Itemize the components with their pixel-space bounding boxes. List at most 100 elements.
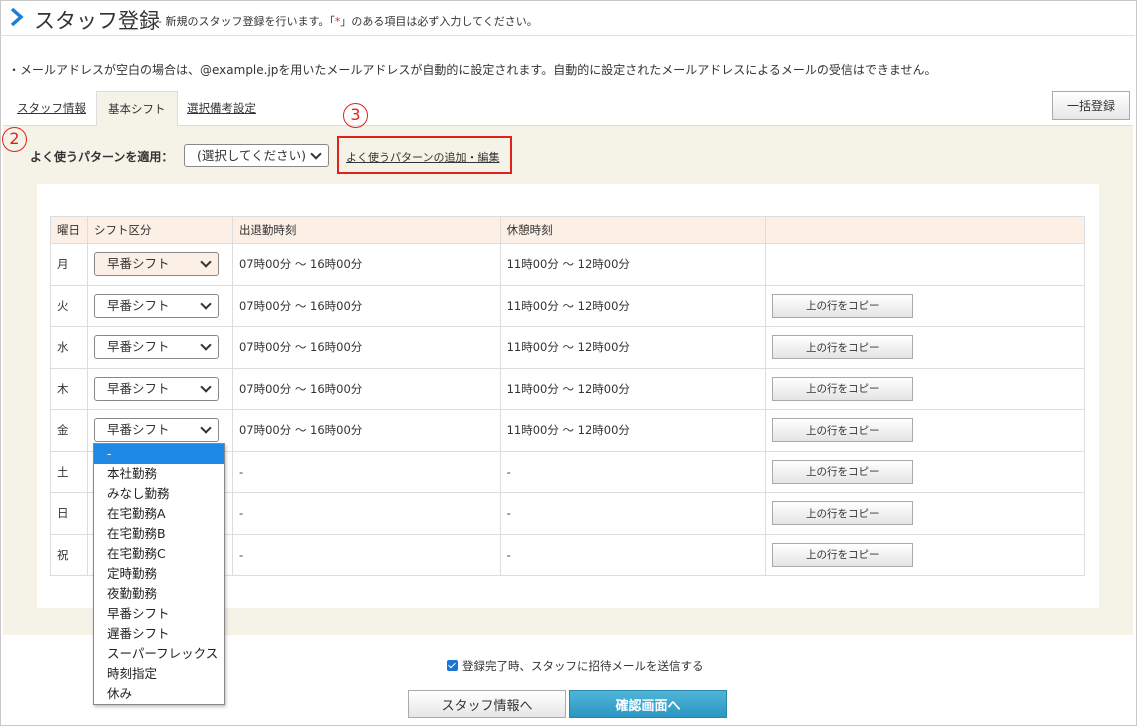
shift-select-value: 早番シフト <box>106 297 170 313</box>
day-cell: 月 <box>50 243 88 286</box>
tab-basic-shift[interactable]: 基本シフト <box>96 91 178 126</box>
copy-row-button[interactable]: 上の行をコピー <box>772 501 914 526</box>
action-cell <box>765 243 1085 286</box>
action-cell: 上の行をコピー <box>765 326 1085 369</box>
copy-row-button[interactable]: 上の行をコピー <box>772 293 914 318</box>
dropdown-option[interactable]: 本社勤務 <box>94 464 224 484</box>
subtitle-prefix: - 新規のスタッフ登録を行います。「 <box>158 15 335 28</box>
shift-cell: 早番シフト <box>86 284 233 327</box>
confirm-button[interactable]: 確認画面へ <box>569 690 727 718</box>
email-notice: ・メールアドレスが空白の場合は、@example.jpを用いたメールアドレスが自… <box>8 63 937 77</box>
break-time-cell: - <box>499 533 767 576</box>
table-row: 火 早番シフト 07時00分 〜 16時00分 11時00分 〜 12時00分 … <box>50 284 1085 327</box>
shift-select-value: 早番シフト <box>106 422 170 438</box>
table-row: 月 早番シフト 07時00分 〜 16時00分 11時00分 〜 12時00分 <box>50 243 1085 286</box>
shift-select[interactable]: 早番シフト <box>93 376 219 401</box>
work-time-cell: 07時00分 〜 16時00分 <box>231 367 501 410</box>
shift-cell: 早番シフト <box>86 326 233 369</box>
annotation-box <box>337 136 512 174</box>
bulk-register-button[interactable]: 一括登録 <box>1052 91 1130 120</box>
break-time-cell: 11時00分 〜 12時00分 <box>499 367 767 410</box>
day-cell: 水 <box>50 326 88 369</box>
shift-select[interactable]: 早番シフト <box>93 418 219 443</box>
col-header-day: 曜日 <box>50 216 88 244</box>
shift-select[interactable]: 早番シフト <box>93 293 219 318</box>
break-time-cell: 11時00分 〜 12時00分 <box>499 409 767 452</box>
col-header-break-time: 休憩時刻 <box>499 216 767 244</box>
dropdown-option[interactable]: 定時勤務 <box>94 564 224 584</box>
dropdown-option[interactable]: 時刻指定 <box>94 664 224 684</box>
break-time-cell: - <box>499 450 767 493</box>
day-cell: 祝 <box>50 533 88 576</box>
subtitle-suffix: 」のある項目は必ず入力してください。 <box>340 15 538 28</box>
day-cell: 金 <box>50 409 88 452</box>
tab-selection-notes[interactable]: 選択備考設定 <box>187 91 256 126</box>
shift-select-value: 早番シフト <box>106 256 170 272</box>
work-time-cell: - <box>231 492 501 535</box>
table-row: 木 早番シフト 07時00分 〜 16時00分 11時00分 〜 12時00分 … <box>50 367 1085 410</box>
shift-dropdown-list: - 本社勤務 みなし勤務 在宅勤務A 在宅勤務B 在宅勤務C 定時勤務 夜勤勤務… <box>93 443 225 705</box>
send-invite-row: 登録完了時、スタッフに招待メールを送信する <box>447 658 704 674</box>
dropdown-option[interactable]: 在宅勤務C <box>94 544 224 564</box>
table-header-row: 曜日 シフト区分 出退勤時刻 休憩時刻 <box>50 216 1085 244</box>
action-cell: 上の行をコピー <box>765 367 1085 410</box>
action-cell: 上の行をコピー <box>765 409 1085 452</box>
chevron-down-icon <box>200 381 212 393</box>
day-cell: 土 <box>50 450 88 493</box>
dropdown-option[interactable]: 遅番シフト <box>94 624 224 644</box>
page-header: スタッフ登録 - 新規のスタッフ登録を行います。「*」のある項目は必ず入力してく… <box>0 0 1135 36</box>
action-cell: 上の行をコピー <box>765 533 1085 576</box>
send-invite-label: 登録完了時、スタッフに招待メールを送信する <box>462 659 704 673</box>
chevron-down-icon <box>200 339 212 351</box>
dropdown-option[interactable]: 休み <box>94 684 224 704</box>
shift-select[interactable]: 早番シフト <box>93 335 219 360</box>
work-time-cell: 07時00分 〜 16時00分 <box>231 409 501 452</box>
copy-row-button[interactable]: 上の行をコピー <box>772 418 914 443</box>
action-cell: 上の行をコピー <box>765 284 1085 327</box>
annotation-circle-3: 3 <box>343 103 368 128</box>
day-cell: 木 <box>50 367 88 410</box>
table-row: 水 早番シフト 07時00分 〜 16時00分 11時00分 〜 12時00分 … <box>50 326 1085 369</box>
pattern-label: よく使うパターンを適用： <box>30 150 174 164</box>
action-cell: 上の行をコピー <box>765 492 1085 535</box>
back-to-staff-info-button[interactable]: スタッフ情報へ <box>408 690 566 718</box>
work-time-cell: 07時00分 〜 16時00分 <box>231 326 501 369</box>
annotation-circle-2: 2 <box>2 127 27 152</box>
page-title: スタッフ登録 <box>34 9 160 33</box>
break-time-cell: 11時00分 〜 12時00分 <box>499 284 767 327</box>
col-header-work-time: 出退勤時刻 <box>231 216 501 244</box>
work-time-cell: - <box>231 533 501 576</box>
send-invite-checkbox[interactable] <box>447 660 458 671</box>
dropdown-option[interactable]: スーパーフレックス <box>94 644 224 664</box>
chevron-right-icon <box>10 7 24 27</box>
col-header-actions <box>765 216 1085 244</box>
dropdown-option[interactable]: 夜勤勤務 <box>94 584 224 604</box>
break-time-cell: 11時00分 〜 12時00分 <box>499 326 767 369</box>
dropdown-option[interactable]: 在宅勤務B <box>94 524 224 544</box>
dropdown-option[interactable]: 早番シフト <box>94 604 224 624</box>
work-time-cell: 07時00分 〜 16時00分 <box>231 284 501 327</box>
pattern-select[interactable]: (選択してください) <box>184 144 329 167</box>
shift-select[interactable]: 早番シフト <box>93 252 219 277</box>
dropdown-option[interactable]: みなし勤務 <box>94 484 224 504</box>
shift-select-value: 早番シフト <box>106 380 170 396</box>
shift-cell: 早番シフト <box>86 243 233 286</box>
page-subtitle: - 新規のスタッフ登録を行います。「*」のある項目は必ず入力してください。 <box>158 13 538 29</box>
copy-row-button[interactable]: 上の行をコピー <box>772 376 914 401</box>
pattern-select-value: (選択してください) <box>197 148 307 163</box>
chevron-down-icon <box>200 256 212 268</box>
break-time-cell: 11時00分 〜 12時00分 <box>499 243 767 286</box>
dropdown-option[interactable]: 在宅勤務A <box>94 504 224 524</box>
chevron-down-icon <box>200 298 212 310</box>
tab-staff-info[interactable]: スタッフ情報 <box>17 91 86 126</box>
copy-row-button[interactable]: 上の行をコピー <box>772 542 914 567</box>
dropdown-option[interactable]: - <box>94 444 224 464</box>
action-cell: 上の行をコピー <box>765 450 1085 493</box>
day-cell: 日 <box>50 492 88 535</box>
copy-row-button[interactable]: 上の行をコピー <box>772 335 914 360</box>
day-cell: 火 <box>50 284 88 327</box>
chevron-down-icon <box>200 422 212 434</box>
copy-row-button[interactable]: 上の行をコピー <box>772 459 914 484</box>
chevron-down-icon <box>310 147 322 160</box>
shift-cell: 早番シフト <box>86 367 233 410</box>
